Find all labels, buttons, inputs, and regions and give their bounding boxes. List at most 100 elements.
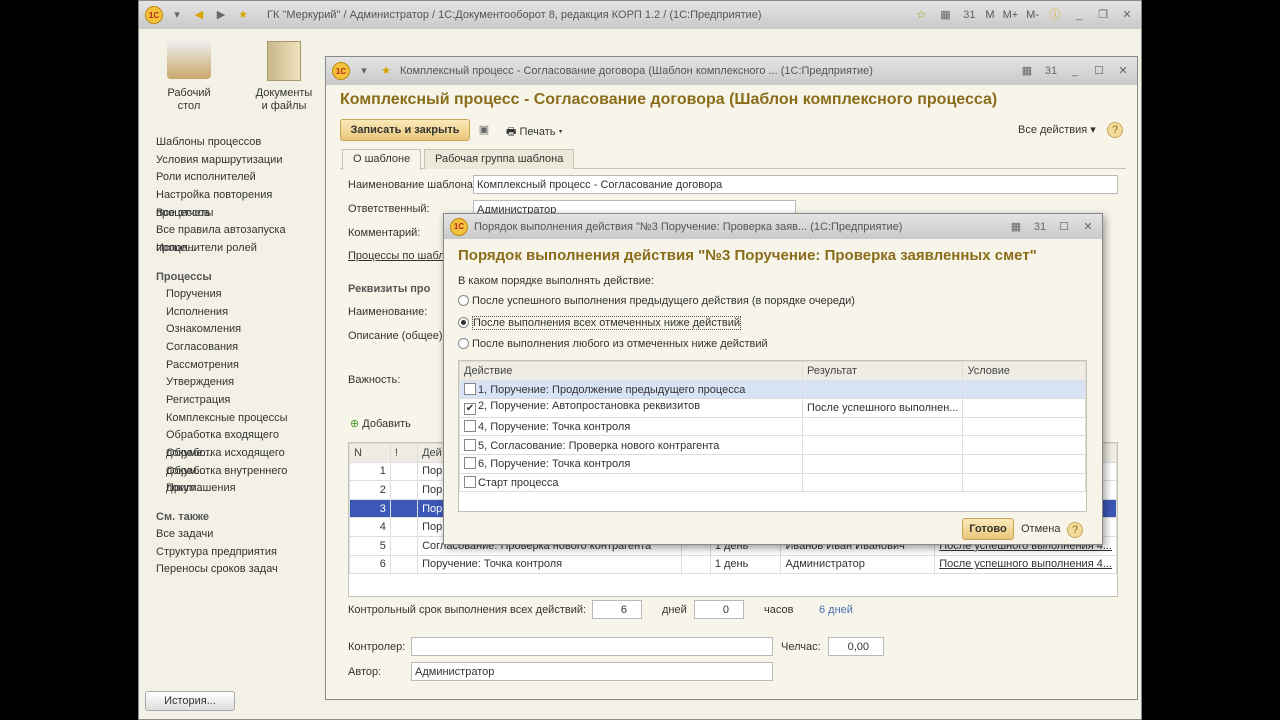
checkbox[interactable] xyxy=(464,382,476,395)
sidebar-link[interactable]: Исполнители ролей xyxy=(156,240,326,258)
print-button[interactable]: 🖶 Печать ▾ xyxy=(506,123,563,142)
calculator-icon[interactable]: ▦ xyxy=(1008,219,1024,235)
save-close-button[interactable]: Записать и закрыть xyxy=(340,119,470,141)
table-row[interactable]: ✔ 2, Поручение: Автопростановка реквизито… xyxy=(459,398,1086,418)
sidebar-link[interactable]: Поручения xyxy=(166,286,326,304)
option-all-marked[interactable]: После выполнения всех отмеченных ниже де… xyxy=(458,316,741,330)
col-condition[interactable]: Условие xyxy=(962,361,1086,381)
radio[interactable] xyxy=(458,295,469,306)
forward-icon[interactable]: ▶ xyxy=(213,7,229,23)
table-row[interactable]: 4, Поручение: Точка контроля xyxy=(459,416,1086,437)
hours-input[interactable]: 0 xyxy=(694,600,744,619)
help-icon[interactable]: ? xyxy=(1107,122,1123,138)
sidebar-link[interactable]: Комплексные процессы xyxy=(166,410,326,428)
calculator-icon[interactable]: ▦ xyxy=(937,7,953,23)
author-label: Автор: xyxy=(348,666,382,678)
option-any-marked[interactable]: После выполнения любого из отмеченных ни… xyxy=(458,338,768,350)
sidebar-link[interactable]: Все отчеты xyxy=(156,205,326,223)
table-row[interactable]: 6 Поручение: Точка контроля 1 день Админист… xyxy=(349,554,1117,575)
see-also-heading: См. также xyxy=(156,511,209,524)
tab-workgroup[interactable]: Рабочая группа шаблона xyxy=(424,149,575,169)
sidebar-link[interactable]: Обработка входящего докуме... xyxy=(166,427,326,459)
m-minus-button[interactable]: M- xyxy=(1026,9,1039,21)
minimize-icon[interactable]: _ xyxy=(1071,7,1087,23)
menu-icon[interactable]: ▾ xyxy=(356,63,372,79)
minimize-icon[interactable]: _ xyxy=(1067,63,1083,79)
sidebar-link[interactable]: Все правила автозапуска проце... xyxy=(156,222,326,254)
sidebar-link[interactable]: Обработка внутреннего докум... xyxy=(166,463,326,495)
dialog-heading: Порядок выполнения действия "№3 Поручени… xyxy=(458,247,1037,264)
deadline-summary: 6 дней xyxy=(819,604,853,616)
sidebar-link[interactable]: Ознакомления xyxy=(166,321,326,339)
days-input[interactable]: 6 xyxy=(592,600,642,619)
close-icon[interactable]: ✕ xyxy=(1080,219,1096,235)
name-input[interactable]: Комплексный процесс - Согласование догов… xyxy=(473,175,1118,194)
sidebar-link[interactable]: Роли исполнителей xyxy=(156,169,326,187)
sidebar-link[interactable]: Все задачи xyxy=(156,526,326,544)
sidebar-link[interactable]: Регистрация xyxy=(166,392,326,410)
favorite-star-icon[interactable]: ★ xyxy=(378,63,394,79)
radio-selected[interactable] xyxy=(458,317,469,328)
sidebar-link[interactable]: Согласования xyxy=(166,339,326,357)
sidebar-link[interactable]: Приглашения xyxy=(166,480,326,498)
sidebar-link[interactable]: Шаблоны процессов xyxy=(156,134,326,152)
section-desktop[interactable]: Рабочий стол xyxy=(159,41,219,113)
sidebar-link[interactable]: Условия маршрутизации xyxy=(156,152,326,170)
option-sequential[interactable]: После успешного выполнения предыдущего д… xyxy=(458,295,855,307)
manhours-input[interactable]: 0,00 xyxy=(828,637,884,656)
calendar-icon[interactable]: 31 xyxy=(1043,63,1059,79)
sidebar-link[interactable]: Рассмотрения xyxy=(166,357,326,375)
calculator-icon[interactable]: ▦ xyxy=(1019,63,1035,79)
col-importance[interactable]: ! xyxy=(389,443,419,463)
save-icon[interactable]: ▣ xyxy=(476,122,492,138)
main-title: ГК "Меркурий" / Администратор / 1С:Докум… xyxy=(267,9,762,21)
info-icon[interactable]: ⓘ xyxy=(1047,7,1063,23)
m-plus-button[interactable]: M+ xyxy=(1003,9,1019,21)
history-button[interactable]: История... xyxy=(145,691,235,711)
menu-icon[interactable]: ▾ xyxy=(169,7,185,23)
radio[interactable] xyxy=(458,338,469,349)
m-button[interactable]: M xyxy=(985,9,994,21)
author-input[interactable]: Администратор xyxy=(411,662,773,681)
predecessor-table: Действие Результат Условие 1, Поручение: П… xyxy=(458,360,1087,512)
table-row[interactable]: 6, Поручение: Точка контроля xyxy=(459,453,1086,474)
sidebar-link[interactable]: Структура предприятия xyxy=(156,544,326,562)
calendar-icon[interactable]: 31 xyxy=(961,7,977,23)
add-button[interactable]: ⊕ Добавить xyxy=(350,417,411,430)
close-icon[interactable]: ✕ xyxy=(1119,7,1135,23)
tab-about[interactable]: О шаблоне xyxy=(342,149,422,170)
ok-button[interactable]: Готово xyxy=(962,518,1014,540)
sidebar-link[interactable]: Обработка исходящего докум... xyxy=(166,445,326,477)
restore-icon[interactable]: ❐ xyxy=(1095,7,1111,23)
cancel-button[interactable]: Отмена xyxy=(1021,523,1060,535)
sidebar-link[interactable]: Настройка повторения процессов xyxy=(156,187,326,219)
all-actions-button[interactable]: Все действия ▾ xyxy=(1018,123,1096,136)
form-heading: Комплексный процесс - Согласование догов… xyxy=(340,91,998,108)
checkbox[interactable] xyxy=(464,420,476,433)
checkbox-checked[interactable]: ✔ xyxy=(464,403,476,416)
checkbox[interactable] xyxy=(464,475,476,488)
sidebar-link[interactable]: Исполнения xyxy=(166,304,326,322)
sidebar-link[interactable]: Утверждения xyxy=(166,374,326,392)
col-action[interactable]: Действие xyxy=(459,361,803,381)
calendar-icon[interactable]: 31 xyxy=(1032,219,1048,235)
table-row[interactable]: 5, Согласование: Проверка нового контраг… xyxy=(459,435,1086,455)
back-icon[interactable]: ◀ xyxy=(191,7,207,23)
table-row[interactable]: 1, Поручение: Продолжение предыдущего пр… xyxy=(459,379,1086,400)
checkbox[interactable] xyxy=(464,438,476,451)
controller-input[interactable] xyxy=(411,637,773,656)
processes-link[interactable]: Процессы по шабл xyxy=(348,250,445,262)
help-icon[interactable]: ? xyxy=(1067,522,1083,538)
close-icon[interactable]: ✕ xyxy=(1115,63,1131,79)
maximize-icon[interactable]: ☐ xyxy=(1056,219,1072,235)
favorite-star-icon[interactable]: ★ xyxy=(235,7,251,23)
sidebar-link[interactable]: Переносы сроков задач xyxy=(156,561,326,579)
printer-icon: 🖶 xyxy=(506,126,520,138)
maximize-icon[interactable]: ☐ xyxy=(1091,63,1107,79)
col-result[interactable]: Результат xyxy=(801,361,964,381)
section-documents[interactable]: Документы и файлы xyxy=(249,41,319,113)
star-icon[interactable]: ☆ xyxy=(913,7,929,23)
table-row[interactable]: Старт процесса xyxy=(459,472,1086,493)
checkbox[interactable] xyxy=(464,457,476,470)
col-n[interactable]: N xyxy=(349,443,391,463)
